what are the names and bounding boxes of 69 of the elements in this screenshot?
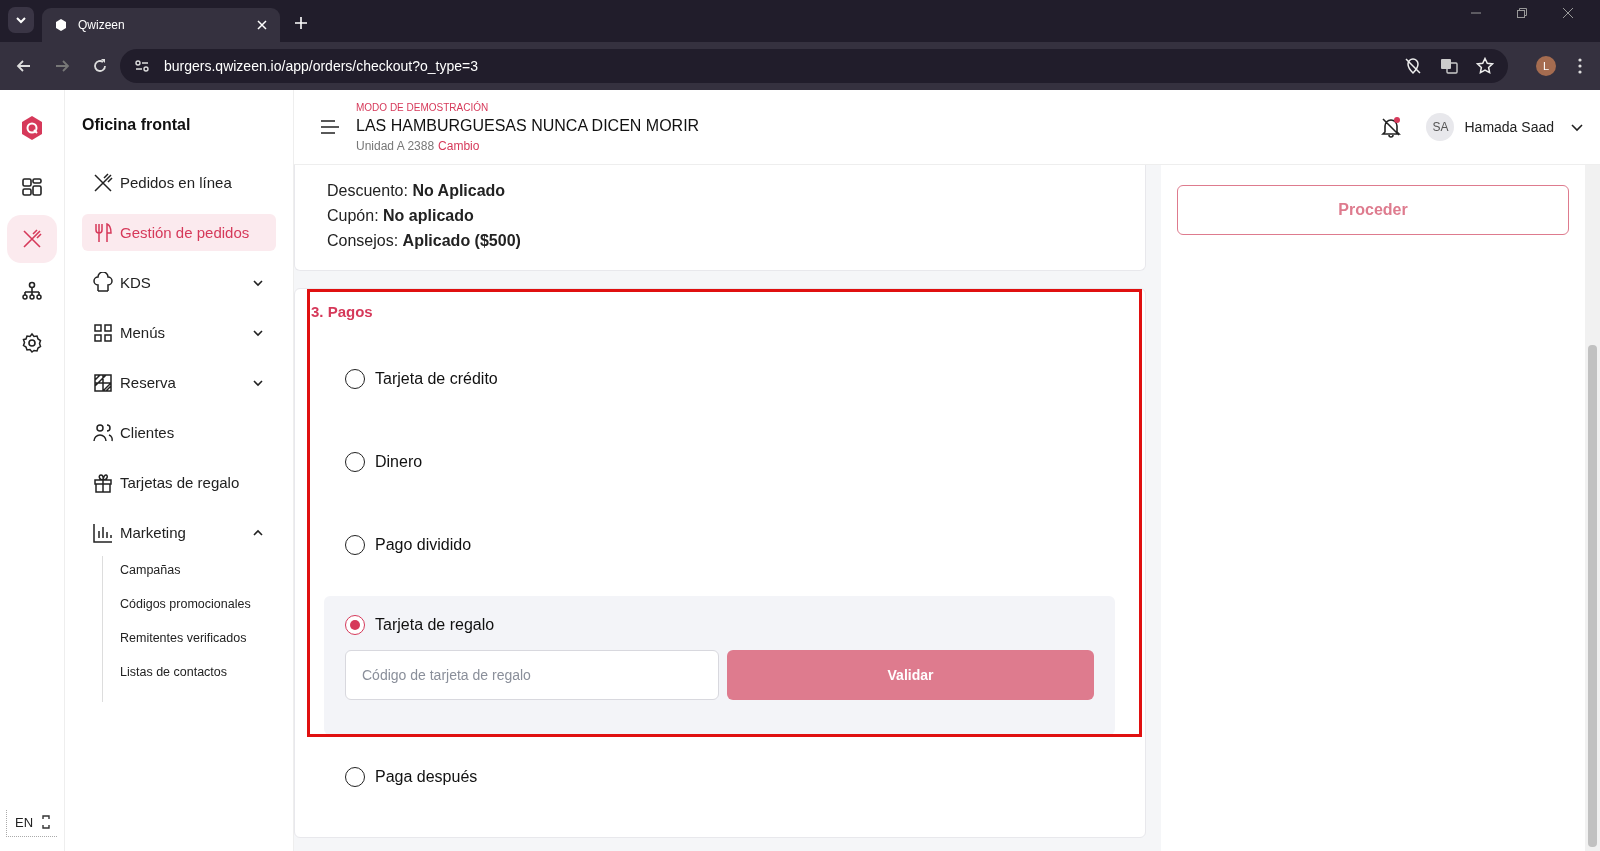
sidebar-item[interactable]: Reserva (82, 364, 276, 401)
submenu-item[interactable]: Campañas (120, 560, 276, 594)
store-name: LAS HAMBURGUESAS NUNCA DICEN MORIR (356, 116, 700, 135)
dashboard-icon (21, 176, 43, 198)
notification-off-icon[interactable] (1380, 116, 1403, 138)
table-icon (92, 371, 114, 394)
forward-arrow-icon[interactable] (54, 58, 70, 74)
submenu-item[interactable]: Códigos promocionales (120, 594, 276, 628)
star-icon[interactable] (1476, 57, 1494, 75)
expand-icon (41, 814, 52, 830)
bar-chart-icon (92, 521, 114, 544)
fork-knife-icon (92, 221, 114, 244)
plus-icon[interactable] (294, 16, 308, 30)
scrollbar[interactable] (1585, 165, 1600, 851)
cutlery-cross-icon (92, 171, 114, 194)
sidebar-item[interactable]: Marketing (82, 514, 276, 551)
cutlery-cross-icon (21, 228, 43, 250)
sidebar-title: Oficina frontal (82, 116, 192, 134)
hexagon-icon (54, 18, 68, 32)
radio-button[interactable] (345, 615, 365, 635)
back-arrow-icon[interactable] (16, 58, 32, 74)
browser-tab[interactable]: Qwizeen (42, 8, 280, 42)
sidebar-item[interactable]: Menús (82, 314, 276, 351)
option-label[interactable]: Dinero (375, 452, 423, 471)
sidebar-item[interactable]: Clientes (82, 414, 276, 451)
more-icon[interactable] (1578, 58, 1582, 74)
sidebar-item[interactable]: KDS (82, 264, 276, 301)
submenu-item[interactable]: Remitentes verificados (120, 628, 276, 662)
radio-button[interactable] (345, 534, 365, 555)
logo-icon[interactable] (20, 115, 44, 141)
radio-button[interactable] (345, 766, 365, 787)
demo-label: MODO DE DEMOSTRACIÓN (356, 101, 490, 113)
chef-hat-icon (92, 271, 114, 294)
gift-icon (92, 471, 114, 494)
summary-line: Cupón: No aplicado (327, 206, 475, 225)
summary-line: Descuento: No Aplicado (327, 181, 507, 200)
option-label[interactable]: Paga después (375, 767, 478, 786)
change-link[interactable]: Cambio (438, 138, 480, 153)
sidebar-item[interactable]: Gestión de pedidos (82, 214, 276, 251)
profile-avatar[interactable]: L (1536, 56, 1556, 76)
location-off-icon[interactable] (1404, 57, 1422, 75)
users-icon (92, 421, 114, 444)
submenu-item[interactable]: Listas de contactos (120, 662, 276, 696)
close-icon[interactable] (1562, 7, 1574, 19)
option-label[interactable]: Pago dividido (375, 535, 472, 554)
user-avatar[interactable]: SA (1426, 113, 1455, 141)
reload-icon[interactable] (92, 58, 108, 74)
gift-card-code-field[interactable]: Código de tarjeta de regalo (345, 650, 719, 700)
user-name[interactable]: Hamada Saad (1464, 119, 1554, 135)
translate-icon[interactable] (1440, 57, 1458, 75)
tab-search-button[interactable] (8, 7, 34, 33)
settings-icon (21, 332, 43, 354)
radio-button[interactable] (345, 368, 365, 389)
hierarchy-icon (21, 280, 43, 302)
restore-icon[interactable] (1516, 7, 1528, 19)
sidebar-item[interactable]: Tarjetas de regalo (82, 464, 276, 501)
section-title: 3. Pagos (310, 302, 374, 322)
grid-icon (92, 321, 114, 344)
chevron-down-icon (15, 14, 27, 26)
option-label[interactable]: Tarjeta de crédito (375, 369, 498, 388)
language-switcher[interactable]: EN (6, 810, 58, 837)
address-field[interactable]: burgers.qwizeen.io/app/orders/checkout?o_type=3 (120, 49, 1508, 83)
option-label[interactable]: Tarjeta de regalo (375, 616, 495, 634)
unit-label: Unidad A 2388 (356, 138, 435, 153)
site-settings-icon (134, 58, 150, 74)
menu-icon[interactable] (320, 119, 340, 135)
radio-button[interactable] (345, 451, 365, 472)
sidebar-item[interactable]: Pedidos en línea (82, 164, 276, 201)
summary-line: Consejos: Aplicado ($500) (327, 231, 522, 250)
